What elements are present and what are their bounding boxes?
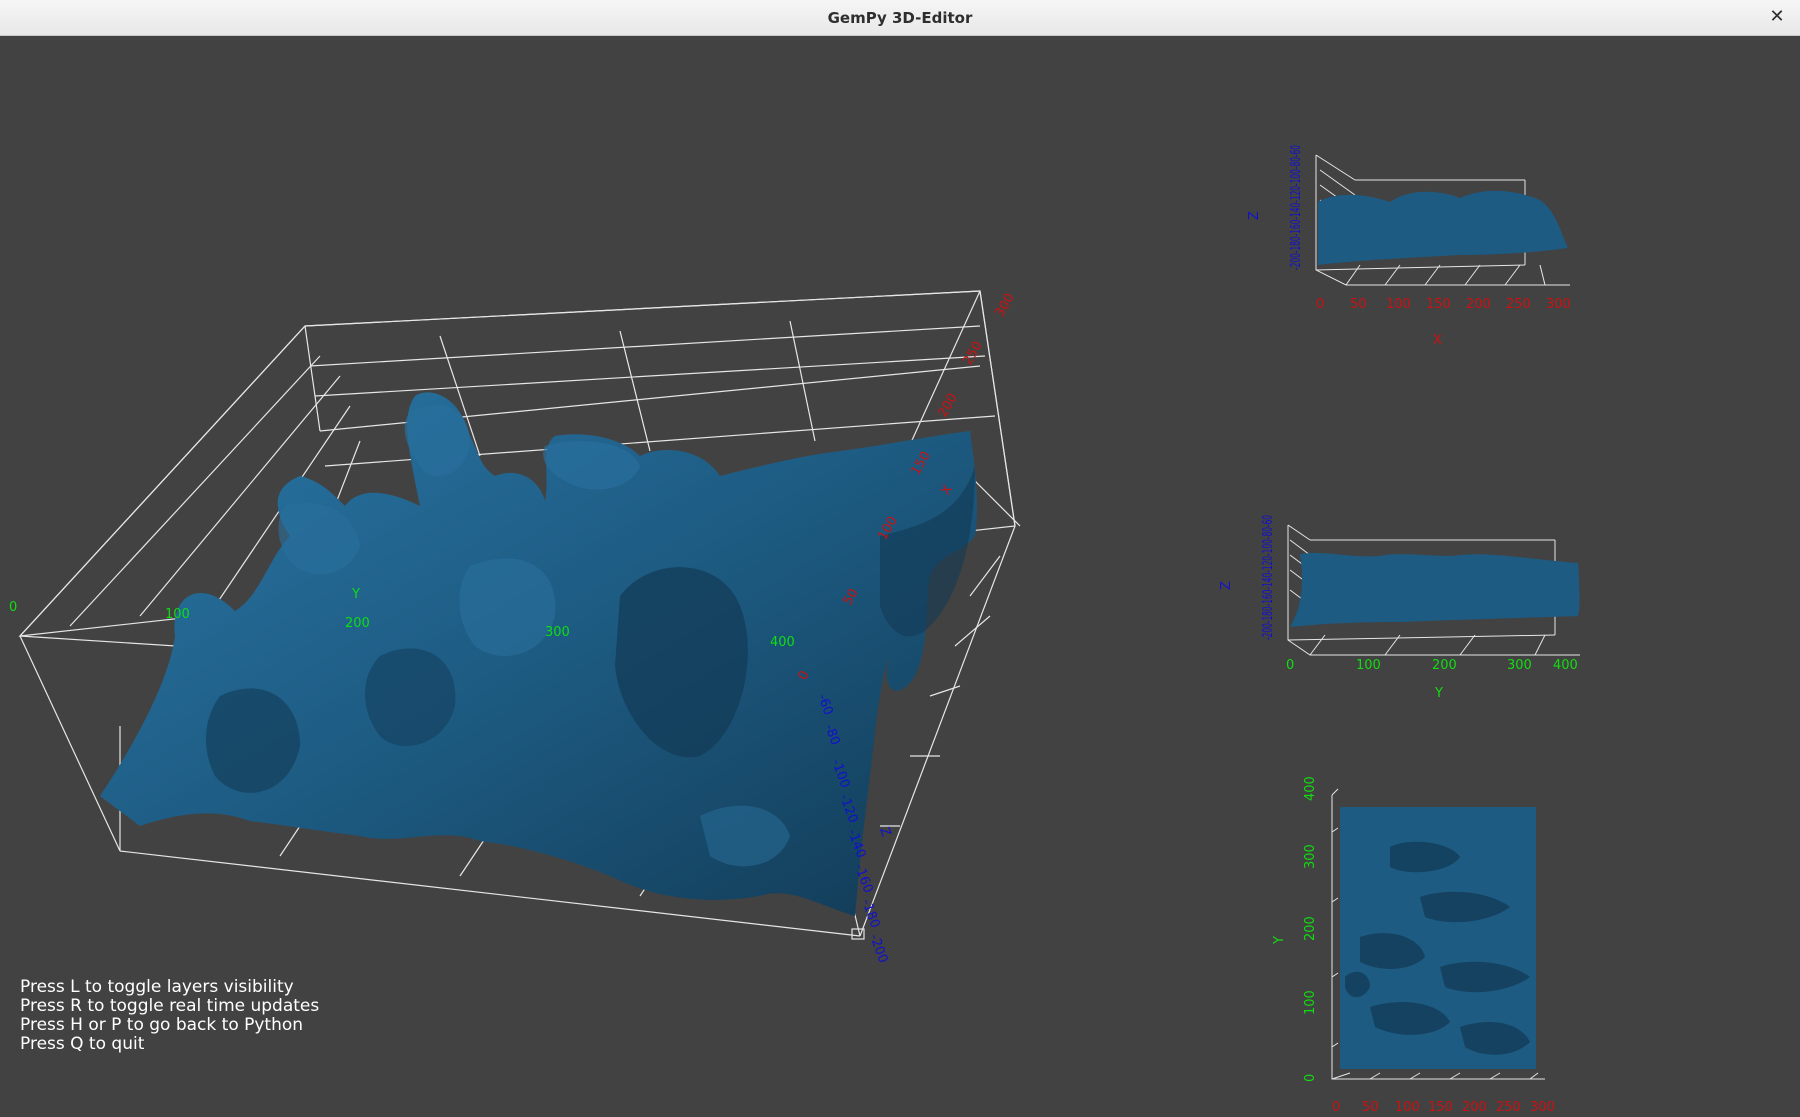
xy-y-tick: 200 (1303, 916, 1318, 941)
xy-y-tick: 100 (1303, 990, 1318, 1015)
help-line: Press H or P to go back to Python (20, 1015, 304, 1035)
yz-y-tick: 100 (1356, 658, 1381, 673)
y-tick-label: 400 (770, 635, 795, 650)
xy-x-tick: 100 (1395, 1100, 1420, 1115)
x-tick-label: 250 (960, 339, 985, 368)
y-tick-label: 100 (165, 607, 190, 622)
xz-x-tick: 0 (1316, 297, 1324, 312)
xz-z-label: Z (1247, 211, 1262, 220)
y-tick-label: 200 (345, 616, 370, 631)
xy-y-tick: 400 (1303, 777, 1318, 801)
side-view-xz[interactable]: -200-180-160-140-120-100-80-60 Z 0 50 10… (1240, 140, 1620, 360)
xy-x-tick: 250 (1496, 1100, 1521, 1115)
y-tick-label: 300 (545, 625, 570, 640)
xz-x-tick: 250 (1506, 297, 1531, 312)
help-overlay: Press L to toggle layers visibility Pres… (20, 978, 319, 1054)
xy-x-tick: 200 (1462, 1100, 1487, 1115)
main-3d-viewport[interactable]: 0 100 200 300 400 Y 0 50 100 150 200 250… (0, 36, 1240, 1116)
xy-x-tick: 300 (1530, 1100, 1555, 1115)
xz-x-tick: 300 (1546, 297, 1571, 312)
window-title: GemPy 3D-Editor (827, 9, 973, 27)
z-tick-label: -180 (858, 897, 882, 930)
xy-y-label: Y (1272, 936, 1287, 945)
yz-z-ticks: -200-180-160-140-120-100-80-60 (1261, 515, 1276, 640)
yz-y-tick: 0 (1286, 658, 1294, 673)
yz-z-label: Z (1219, 581, 1234, 590)
z-tick-label: -200 (866, 932, 890, 965)
xz-x-tick: 200 (1466, 297, 1491, 312)
help-line: Press L to toggle layers visibility (20, 977, 294, 997)
yz-surface (1290, 553, 1580, 627)
z-axis-label: Z (876, 825, 893, 839)
help-line: Press R to toggle real time updates (20, 996, 320, 1016)
yz-y-tick: 400 (1553, 658, 1578, 673)
close-button[interactable]: ✕ (1766, 6, 1788, 28)
help-line: Press Q to quit (20, 1034, 145, 1054)
y-tick-label: 0 (9, 600, 17, 615)
xy-y-tick: 0 (1303, 1074, 1318, 1082)
xz-x-tick: 150 (1426, 297, 1451, 312)
xz-x-label: X (1433, 333, 1442, 348)
xy-x-tick: 50 (1362, 1100, 1379, 1115)
xy-x-tick: 0 (1332, 1100, 1340, 1115)
top-view-xy[interactable]: 0 100 200 300 400 Y 0 50 100 150 200 250… (1250, 777, 1630, 1117)
yz-y-tick: 300 (1507, 658, 1532, 673)
yz-y-label: Y (1434, 686, 1443, 701)
side-view-yz[interactable]: -200-180-160-140-120-100-80-60 Z 0 100 2… (1200, 510, 1580, 710)
xz-x-tick: 100 (1386, 297, 1411, 312)
geological-surface (100, 392, 978, 916)
yz-y-tick: 200 (1432, 658, 1457, 673)
title-bar: GemPy 3D-Editor ✕ (0, 0, 1800, 36)
xy-x-tick: 150 (1428, 1100, 1453, 1115)
xy-y-tick: 300 (1303, 844, 1318, 869)
xz-surface (1318, 190, 1568, 265)
x-tick-label: 300 (992, 291, 1017, 320)
xz-z-ticks: -200-180-160-140-120-100-80-60 (1289, 145, 1304, 270)
x-tick-label: 200 (935, 391, 960, 420)
y-axis-label: Y (351, 587, 360, 602)
xz-x-tick: 50 (1350, 297, 1367, 312)
